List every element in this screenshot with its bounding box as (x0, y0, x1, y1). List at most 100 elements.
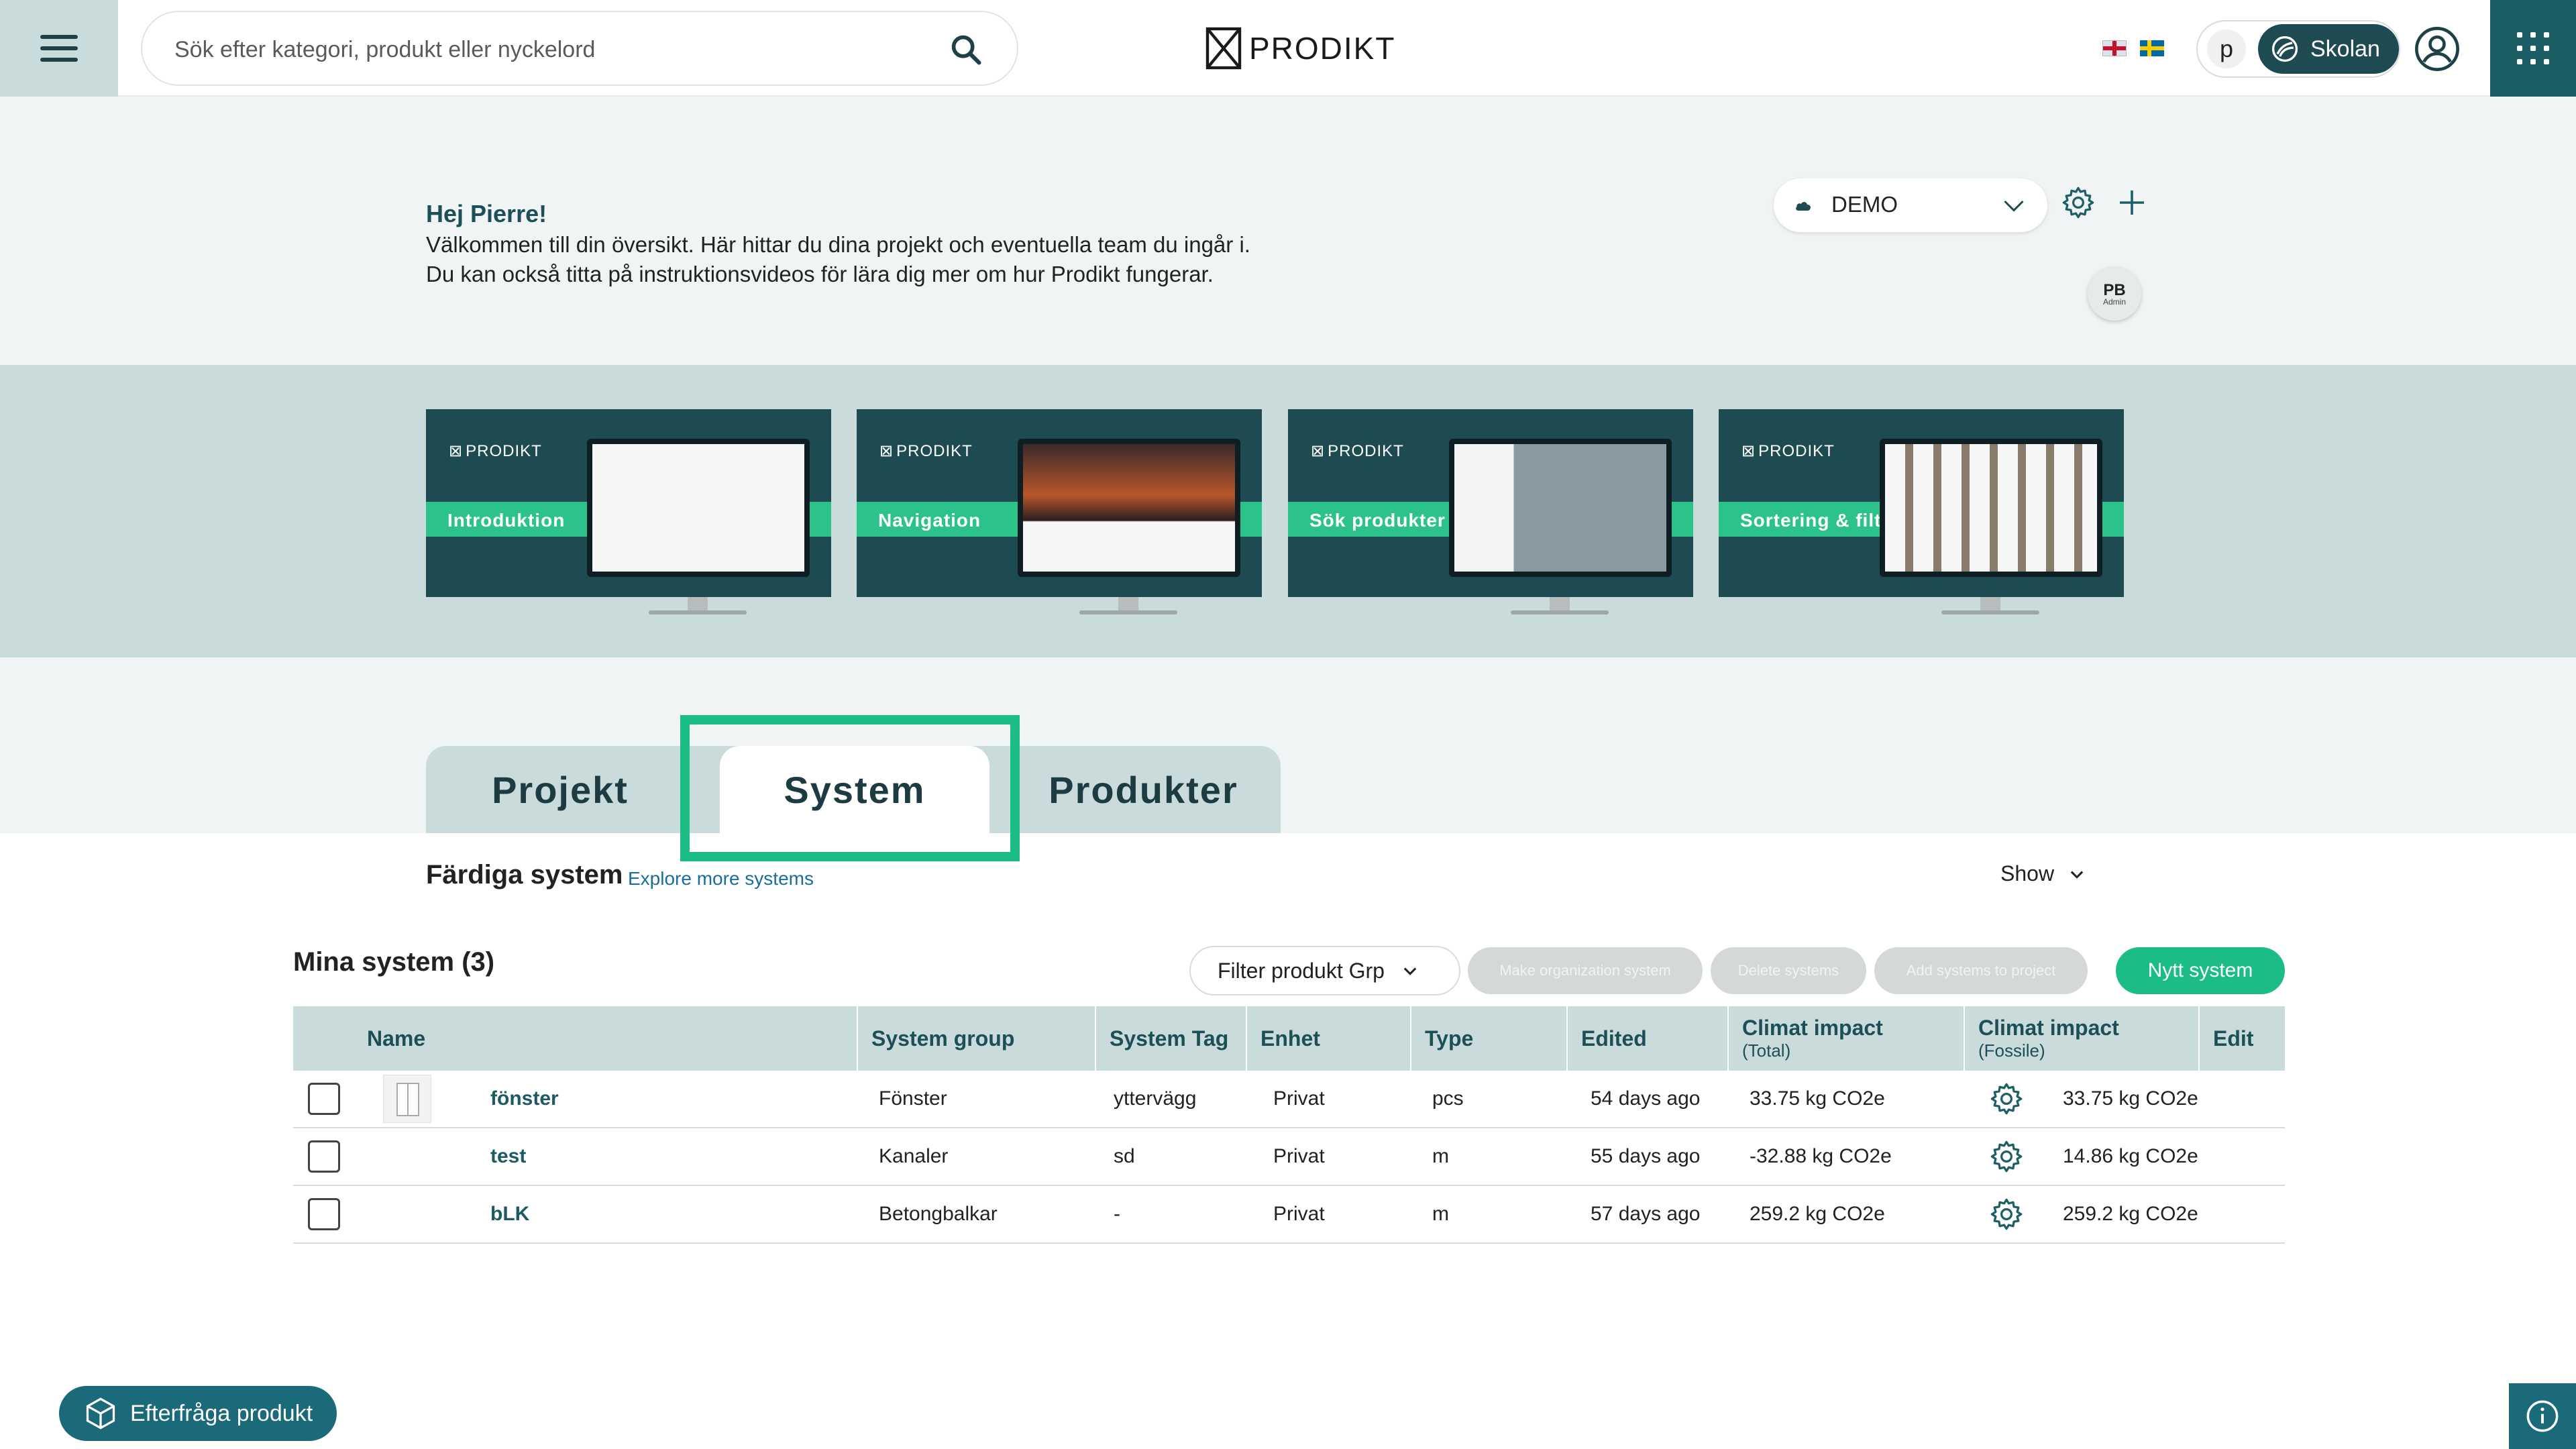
prodikt-logo-icon: ⊠ (449, 442, 464, 460)
row-settings-cell (1989, 1071, 2024, 1127)
row-type: pcs (1432, 1087, 1464, 1110)
cloud-icon (1796, 202, 1811, 211)
prodikt-logo-icon: ⊠ (1311, 442, 1326, 460)
avatar[interactable]: PB Admin (2088, 267, 2141, 321)
apps-grid-button[interactable] (2490, 0, 2576, 97)
filter-product-group-dropdown[interactable]: Filter produkt Grp (1189, 946, 1460, 996)
row-climate-fossil: 14.86 kg CO2e (2063, 1145, 2198, 1167)
monitor-image (1018, 439, 1240, 577)
row-system-tag: yttervägg (1114, 1087, 1197, 1110)
prodikt-logo[interactable]: PRODIKT (1205, 23, 1395, 74)
video-card-navigation[interactable]: ⊠ PRODIKT Navigation (857, 409, 1262, 619)
org-icon (2271, 36, 2298, 62)
search-bar (141, 11, 1018, 86)
row-checkbox-cell (308, 1128, 340, 1185)
table-row[interactable]: test Kanaler sd Privat m 55 days ago -32… (293, 1128, 2285, 1186)
video-thumbnail: ⊠ PRODIKT Introduktion (426, 409, 831, 597)
my-systems-title: Mina system (3) (293, 947, 495, 977)
organization-button[interactable]: Skolan (2258, 24, 2399, 74)
header-climate-fossil[interactable]: Climat impact (Fossile) (1964, 1006, 2198, 1071)
row-edited: 55 days ago (1591, 1145, 1701, 1167)
video-brand: ⊠ PRODIKT (1741, 441, 1835, 461)
prodikt-logo-icon: ⊠ (879, 442, 894, 460)
header-system-group[interactable]: System group (857, 1006, 1095, 1071)
row-system-tag: - (1114, 1203, 1120, 1225)
chevron-down-icon (1403, 967, 1417, 975)
filter-label: Filter produkt Grp (1218, 958, 1385, 983)
row-climate-fossil: 259.2 kg CO2e (2063, 1203, 2198, 1225)
gear-icon[interactable] (1989, 1081, 2024, 1116)
organization-name: Skolan (2310, 36, 2380, 62)
section-title: Färdiga system (426, 860, 623, 890)
search-icon[interactable] (949, 32, 983, 67)
row-checkbox[interactable] (308, 1198, 340, 1230)
row-checkbox-cell (308, 1071, 340, 1127)
header-climate-total[interactable]: Climat impact (Total) (1727, 1006, 1964, 1071)
add-systems-to-project-button[interactable]: Add systems to project (1874, 947, 2088, 994)
logo-text: PRODIKT (1249, 31, 1396, 66)
header-edit: Edit (2198, 1006, 2285, 1071)
uk-flag-icon[interactable] (2102, 40, 2127, 56)
greeting: Hej Pierre! (426, 200, 547, 227)
instruction-videos-strip: ⊠ PRODIKT Introduktion ⊠ PRODIKT Navigatio… (0, 365, 2576, 657)
monitor-image (587, 439, 810, 577)
video-brand: ⊠ PRODIKT (449, 441, 542, 461)
row-name-link[interactable]: bLK (490, 1186, 529, 1242)
welcome-text-line-2: Du kan också titta på instruktionsvideos… (426, 262, 1214, 286)
video-thumbnail: ⊠ PRODIKT Sortering & filter (1719, 409, 2124, 597)
organization-switch: p Skolan (2196, 20, 2400, 78)
cube-icon (86, 1397, 115, 1430)
row-climate-fossil: 33.75 kg CO2e (2063, 1087, 2198, 1110)
search-input[interactable] (174, 32, 912, 67)
sweden-flag-icon[interactable] (2140, 40, 2164, 56)
video-card-sok-produkter[interactable]: ⊠ PRODIKT Sök produkter (1288, 409, 1693, 619)
workspace-label: DEMO (1831, 192, 1898, 217)
welcome-text-line-1: Välkommen till din översikt. Här hittar … (426, 232, 1250, 257)
video-brand: ⊠ PRODIKT (1311, 441, 1404, 461)
row-checkbox[interactable] (308, 1140, 340, 1173)
info-icon (2526, 1400, 2559, 1432)
header-name[interactable]: Name (354, 1006, 481, 1071)
header-system-tag[interactable]: System Tag (1095, 1006, 1246, 1071)
row-thumbnail (383, 1071, 431, 1127)
user-icon[interactable] (2414, 25, 2461, 72)
row-unit: Privat (1273, 1087, 1325, 1110)
info-button[interactable] (2509, 1383, 2576, 1449)
chevron-down-icon (2070, 870, 2084, 879)
prodikt-logo-icon: ⊠ (1741, 442, 1756, 460)
workspace-select[interactable]: DEMO (1774, 178, 2047, 232)
video-thumbnail: ⊠ PRODIKT Navigation (857, 409, 1262, 597)
plus-icon[interactable] (2116, 186, 2148, 219)
table-row[interactable]: bLK Betongbalkar - Privat m 57 days ago … (293, 1186, 2285, 1244)
hamburger-menu-button[interactable] (0, 0, 118, 97)
row-system-tag: sd (1114, 1145, 1135, 1167)
video-title: Introduktion (447, 510, 566, 531)
show-label: Show (2000, 861, 2055, 885)
request-product-button[interactable]: Efterfråga produkt (59, 1386, 337, 1441)
video-card-introduktion[interactable]: ⊠ PRODIKT Introduktion (426, 409, 831, 619)
gear-icon[interactable] (2061, 185, 2096, 220)
tab-projekt[interactable]: Projekt (426, 746, 694, 833)
row-name-link[interactable]: fönster (490, 1071, 559, 1127)
gear-icon[interactable] (1989, 1139, 2024, 1174)
monitor-image (1449, 439, 1672, 577)
header-type[interactable]: Type (1410, 1006, 1568, 1071)
row-type: m (1432, 1203, 1449, 1225)
make-organization-system-button[interactable]: Make organization system (1468, 947, 1703, 994)
video-title: Sortering & filter (1740, 510, 1900, 531)
row-name-link[interactable]: test (490, 1128, 526, 1185)
new-system-button[interactable]: Nytt system (2116, 947, 2285, 994)
row-climate-total: 259.2 kg CO2e (1750, 1203, 1885, 1225)
gear-icon[interactable] (1989, 1197, 2024, 1232)
show-dropdown[interactable]: Show (2000, 861, 2086, 886)
header-unit[interactable]: Enhet (1246, 1006, 1400, 1071)
row-checkbox[interactable] (308, 1083, 340, 1115)
explore-systems-link[interactable]: Explore more systems (628, 868, 814, 890)
delete-systems-button[interactable]: Delete systems (1711, 947, 1866, 994)
personal-account-button[interactable]: p (2207, 30, 2246, 68)
video-card-sortering-filter[interactable]: ⊠ PRODIKT Sortering & filter (1719, 409, 2124, 619)
row-system-group: Betongbalkar (879, 1203, 998, 1225)
header-edited[interactable]: Edited (1566, 1006, 1727, 1071)
table-row[interactable]: fönster Fönster yttervägg Privat pcs 54 … (293, 1071, 2285, 1128)
tab-produkter[interactable]: Produkter (1006, 746, 1281, 833)
